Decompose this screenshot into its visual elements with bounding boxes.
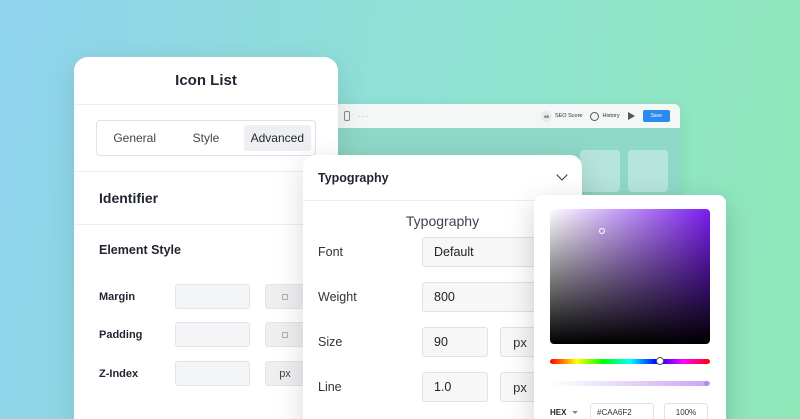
- padding-row: Padding: [99, 322, 305, 347]
- format-dropdown-icon[interactable]: [572, 410, 578, 414]
- save-button[interactable]: Save: [642, 110, 670, 122]
- padding-link-toggle[interactable]: [265, 322, 305, 347]
- link-box-icon: [282, 331, 288, 338]
- canvas-tile: [628, 150, 668, 192]
- history-label: History: [602, 113, 620, 119]
- opacity-input[interactable]: 100%: [664, 403, 708, 419]
- hex-input[interactable]: #CAA6F2: [590, 403, 654, 419]
- size-input[interactable]: 90: [422, 327, 488, 357]
- zindex-row: Z-Index px: [99, 361, 305, 386]
- history-button[interactable]: History: [590, 111, 620, 121]
- margin-link-toggle[interactable]: [265, 284, 305, 309]
- zindex-input[interactable]: [175, 361, 250, 386]
- seo-score-label: SEO Score: [554, 113, 583, 119]
- size-label: Size: [318, 335, 343, 349]
- more-icon[interactable]: ···: [358, 112, 369, 121]
- zindex-unit-select[interactable]: px: [265, 361, 305, 386]
- seo-badge: 95: [540, 110, 552, 122]
- mobile-icon[interactable]: [344, 111, 350, 121]
- padding-label: Padding: [99, 328, 143, 341]
- chevron-down-icon[interactable]: [556, 169, 568, 181]
- editor-toolbar: ··· 95 SEO Score History Save: [318, 104, 680, 128]
- canvas-tile: [580, 150, 620, 192]
- margin-label: Margin: [99, 290, 136, 303]
- color-picker-panel: HEX #CAA6F2 100%: [534, 195, 726, 419]
- opacity-slider[interactable]: [550, 381, 710, 386]
- history-icon: [590, 111, 600, 121]
- tab-style[interactable]: Style: [172, 125, 239, 151]
- tab-advanced[interactable]: Advanced: [243, 125, 311, 151]
- color-handle[interactable]: [599, 228, 605, 234]
- preview-play-icon[interactable]: [627, 112, 635, 120]
- saturation-value-area[interactable]: [550, 209, 710, 344]
- hue-slider[interactable]: [550, 359, 710, 364]
- size-row: Size 90 px: [318, 327, 540, 357]
- seo-score-button[interactable]: 95 SEO Score: [540, 110, 583, 122]
- margin-row: Margin: [99, 284, 305, 309]
- section-identifier[interactable]: Identifier: [74, 172, 338, 225]
- padding-input[interactable]: [175, 322, 250, 347]
- hex-row: HEX #CAA6F2 100%: [550, 403, 708, 419]
- tab-bar: General Style Advanced: [96, 120, 316, 156]
- line-row: Line 1.0 px: [318, 372, 540, 402]
- tabs-container: General Style Advanced: [74, 105, 338, 172]
- section-element-style: Element Style: [99, 243, 181, 257]
- zindex-label: Z-Index: [99, 367, 139, 380]
- hex-label: HEX: [550, 407, 567, 417]
- opacity-handle[interactable]: [704, 381, 709, 386]
- font-label: Font: [318, 245, 344, 259]
- margin-input[interactable]: [175, 284, 250, 309]
- weight-label: Weight: [318, 290, 357, 304]
- icon-list-panel: Icon List General Style Advanced Identif…: [74, 57, 338, 419]
- typography-header-label: Typography: [318, 170, 389, 185]
- panel-title: Icon List: [74, 57, 338, 105]
- hue-handle[interactable]: [656, 357, 664, 365]
- tab-general[interactable]: General: [101, 125, 168, 151]
- line-label: Line: [318, 380, 342, 394]
- link-box-icon: [282, 293, 288, 300]
- line-input[interactable]: 1.0: [422, 372, 488, 402]
